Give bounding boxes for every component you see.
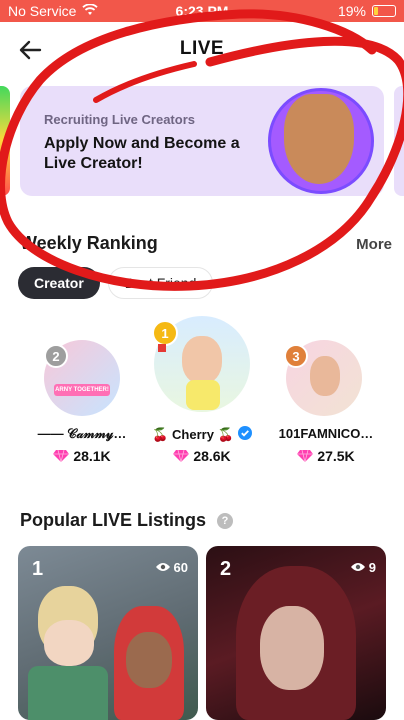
rank-badge-bronze: 3 <box>284 344 308 368</box>
avatar-face <box>182 336 222 384</box>
viewer-count: 9 <box>350 560 376 575</box>
listing-thumbnail-face <box>260 606 324 690</box>
gem-icon <box>53 450 70 462</box>
ranking-score-value: 27.5K <box>317 448 355 464</box>
avatar-shirt <box>186 380 220 410</box>
rank-ribbon <box>158 344 166 352</box>
avatar-face <box>310 356 340 396</box>
rank-badge-gold: 1 <box>152 320 178 346</box>
live-listing-card-2[interactable]: 2 9 <box>206 546 386 720</box>
ranking-entry-3[interactable]: 3 101FAMNICO… 27.5K <box>266 322 386 472</box>
ranking-name: 101FAMNICO… <box>278 426 374 441</box>
listing-rank: 1 <box>32 558 44 580</box>
listing-thumbnail-face <box>44 620 94 666</box>
gem-icon <box>173 450 190 462</box>
tab-best-friend[interactable]: Best Friend <box>107 267 214 299</box>
clock: 6:23 PM <box>175 3 229 19</box>
ranking-name-row: 🍒 Cherry 🍒 <box>142 426 262 443</box>
eye-icon <box>350 560 365 575</box>
listing-thumbnail-face <box>126 632 172 688</box>
ranking-more-link[interactable]: More <box>356 236 392 253</box>
ranking-entry-2[interactable]: ARNY TOGETHER! 2 —— 𝒞𝒶𝓂𝓂𝓎… 28.1K <box>22 322 142 472</box>
ranking-score-value: 28.6K <box>193 448 231 464</box>
banner-headline: Apply Now and Become a Live Creator! <box>44 135 240 172</box>
battery-icon <box>372 5 396 17</box>
banner-subtitle: Recruiting Live Creators <box>44 112 195 127</box>
status-bar: No Service 6:23 PM 19% <box>0 0 404 22</box>
banner-peek-prev[interactable] <box>0 86 10 196</box>
verified-badge-icon <box>237 426 252 443</box>
ranking-name: —— 𝒞𝒶𝓂𝓂𝓎… <box>37 426 127 441</box>
tab-creator[interactable]: Creator <box>18 267 100 299</box>
banner-peek-next[interactable] <box>394 86 404 196</box>
recruit-banner[interactable]: Recruiting Live Creators Apply Now and B… <box>20 86 384 196</box>
ranking-tabs: Creator Best Friend <box>18 267 214 299</box>
ranking-name: 🍒 Cherry 🍒 <box>152 426 234 442</box>
live-listing-card-1[interactable]: 1 60 <box>18 546 198 720</box>
popular-live-title-text: Popular LIVE Listings <box>20 510 207 530</box>
listing-thumbnail-shirt <box>28 666 108 720</box>
viewer-count-value: 60 <box>173 560 188 575</box>
gem-icon <box>297 450 314 462</box>
ranking-score-value: 28.1K <box>73 448 111 464</box>
banner-avatar-image <box>284 94 354 184</box>
help-icon[interactable]: ? <box>217 513 234 530</box>
ranking-score: 28.1K <box>22 448 142 464</box>
page-title: LIVE <box>179 38 225 59</box>
listing-rank: 2 <box>220 558 232 580</box>
header: LIVE <box>0 28 404 72</box>
viewer-count-value: 9 <box>368 560 376 575</box>
ranking-entry-1[interactable]: 1 🍒 Cherry 🍒 28.6K <box>142 316 262 472</box>
weekly-ranking-title: Weekly Ranking <box>20 233 158 253</box>
banner-carousel[interactable]: Recruiting Live Creators Apply Now and B… <box>0 86 404 198</box>
rank-badge-silver: 2 <box>44 344 68 368</box>
popular-live-title: Popular LIVE Listings ? <box>20 510 234 531</box>
ranking-score: 28.6K <box>142 448 262 464</box>
ranking-score: 27.5K <box>266 448 386 464</box>
eye-icon <box>155 560 170 575</box>
viewer-count: 60 <box>155 560 188 575</box>
avatar-caption: ARNY TOGETHER! <box>54 384 110 396</box>
